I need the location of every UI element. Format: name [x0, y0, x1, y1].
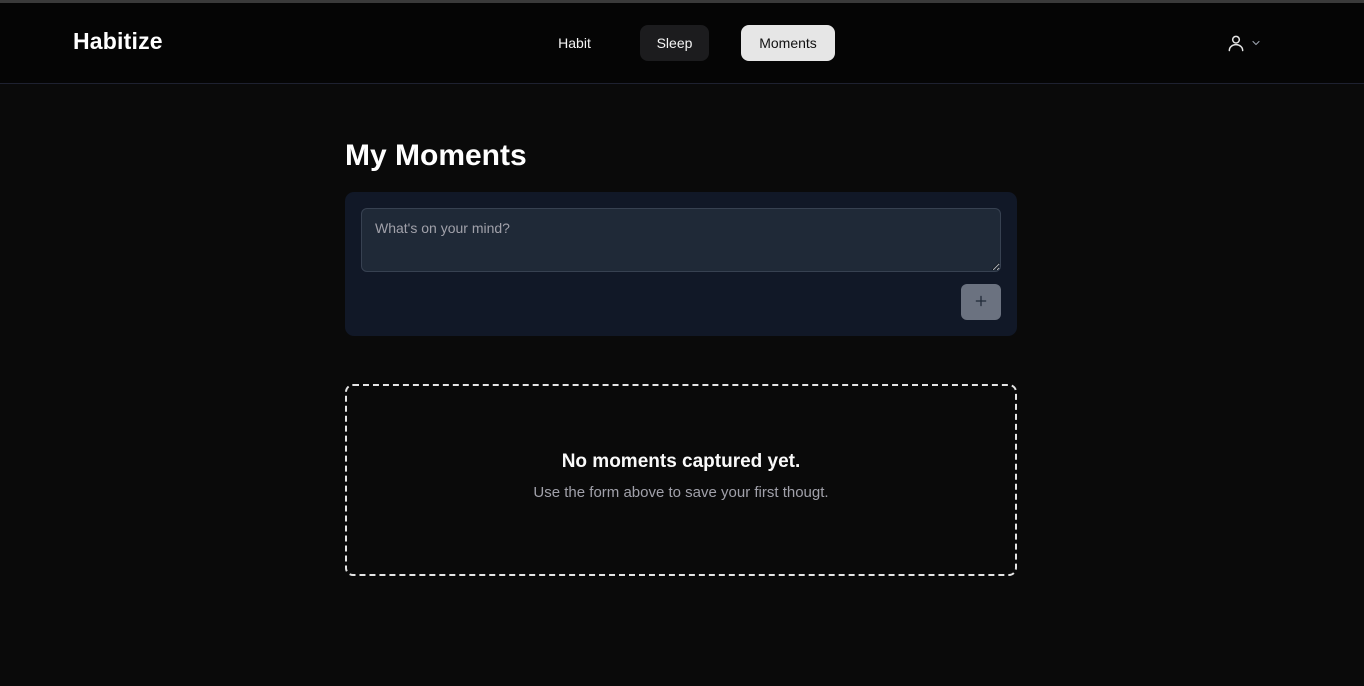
chevron-down-icon — [1250, 36, 1262, 54]
nav-tab-sleep[interactable]: Sleep — [640, 25, 709, 61]
nav-tab-habit[interactable]: Habit — [541, 25, 608, 61]
nav-tab-moments[interactable]: Moments — [741, 25, 835, 61]
empty-state: No moments captured yet. Use the form ab… — [345, 384, 1017, 576]
user-icon — [1226, 33, 1246, 58]
page-title: My Moments — [345, 139, 527, 172]
add-moment-button[interactable] — [961, 284, 1001, 320]
top-navbar: Habitize Habit Sleep Moments — [0, 3, 1364, 84]
moment-input[interactable] — [361, 208, 1001, 272]
empty-state-subtitle: Use the form above to save your first th… — [533, 484, 829, 501]
empty-state-title: No moments captured yet. — [561, 451, 801, 472]
moment-composer — [345, 192, 1017, 336]
user-menu-button[interactable] — [1226, 31, 1272, 59]
plus-icon — [974, 294, 988, 311]
brand-logo[interactable]: Habitize — [73, 28, 163, 55]
